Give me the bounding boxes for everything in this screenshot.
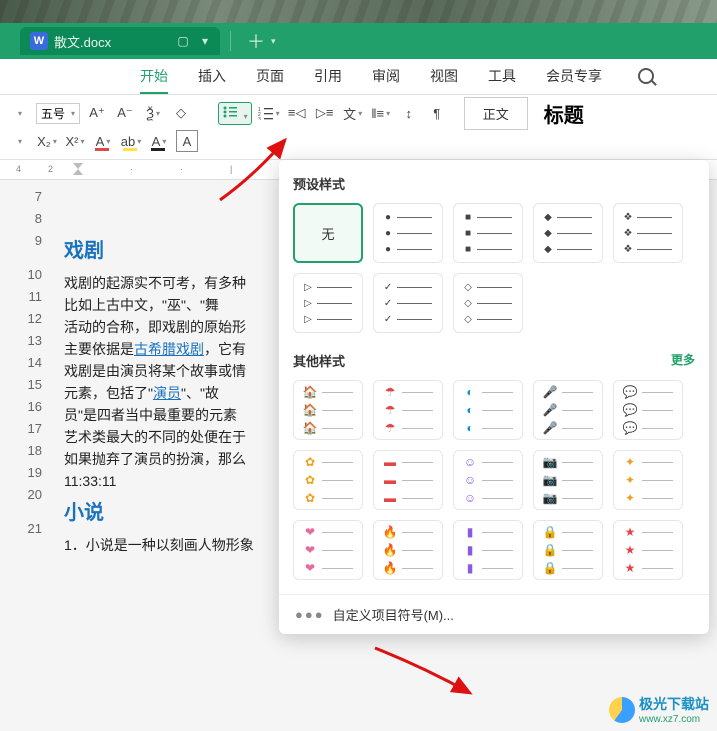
line-number-gutter: 789101112131415161718192021 xyxy=(0,180,56,556)
menu-review[interactable]: 审阅 xyxy=(372,66,400,94)
menu-start[interactable]: 开始 xyxy=(140,66,168,94)
other-section-title: 其他样式 更多 xyxy=(293,351,695,370)
new-tab-button[interactable]: ＋ xyxy=(241,28,271,54)
paste-dropdown[interactable]: ▾ xyxy=(8,130,30,152)
ruler-tick: · xyxy=(130,164,133,174)
font-size-select[interactable]: 五号▾ xyxy=(36,103,80,124)
preset-section-title: 预设样式 xyxy=(293,174,695,193)
watermark: 极光下载站 www.xz7.com xyxy=(609,694,709,725)
ellipsis-icon: ●●● xyxy=(295,607,325,622)
bullet-other-preset[interactable]: ★★★ xyxy=(613,520,683,580)
line-spacing-icon[interactable]: ‖≡▾ xyxy=(370,102,392,124)
clear-format-icon[interactable]: ◇ xyxy=(170,102,192,124)
bullet-preset[interactable]: ✓✓✓ xyxy=(373,273,443,333)
word-doc-icon: W xyxy=(30,32,48,50)
bullet-other-preset[interactable]: 🔒🔒🔒 xyxy=(533,520,603,580)
bullet-preset[interactable]: ▷▷▷ xyxy=(293,273,363,333)
tab-divider xyxy=(230,31,231,51)
highlight-icon[interactable]: ab▾ xyxy=(120,130,142,152)
menu-insert[interactable]: 插入 xyxy=(198,66,226,94)
font-color2-icon[interactable]: A▾ xyxy=(148,130,170,152)
indent-marker-icon[interactable] xyxy=(72,162,84,176)
watermark-name: 极光下载站 xyxy=(639,694,709,714)
bullet-other-preset[interactable]: ☂☂☂ xyxy=(373,380,443,440)
search-icon[interactable] xyxy=(638,68,654,84)
presentation-mode-icon[interactable]: ▢ xyxy=(176,34,190,48)
decrease-font-icon[interactable]: A⁻ xyxy=(114,102,136,124)
bullet-other-preset[interactable]: 🏠🏠🏠 xyxy=(293,380,363,440)
bullet-other-preset[interactable]: 🔥🔥🔥 xyxy=(373,520,443,580)
menu-bar: 开始 插入 页面 引用 审阅 视图 工具 会员专享 xyxy=(0,59,717,95)
menu-member[interactable]: 会员专享 xyxy=(546,66,602,94)
increase-font-icon[interactable]: A⁺ xyxy=(86,102,108,124)
bullet-list-button[interactable]: ▾ xyxy=(218,102,252,125)
style-heading[interactable]: 标题 xyxy=(544,99,584,128)
watermark-url: www.xz7.com xyxy=(639,714,709,725)
change-case-icon[interactable]: Ѯ▾ xyxy=(142,102,164,124)
ruler-tick: | xyxy=(230,164,232,174)
text-direction-icon[interactable]: 文▾ xyxy=(342,102,364,124)
hyperlink[interactable]: 古希腊戏剧 xyxy=(134,341,204,357)
style-normal[interactable]: 正文 xyxy=(464,97,528,130)
menu-view[interactable]: 视图 xyxy=(430,66,458,94)
bullet-other-preset[interactable]: ❤❤❤ xyxy=(293,520,363,580)
numbered-list-icon[interactable]: 123▾ xyxy=(258,102,280,124)
bullet-preset[interactable]: ◆◆◆ xyxy=(533,203,603,263)
decrease-indent-icon[interactable]: ≡◁ xyxy=(286,102,308,124)
bullet-other-preset[interactable]: ✦✦✦ xyxy=(613,450,683,510)
window-decoration xyxy=(0,0,717,23)
annotation-arrow xyxy=(370,643,480,703)
custom-bullet-button[interactable]: ●●● 自定义项目符号(M)... xyxy=(279,594,709,634)
bullet-other-preset[interactable]: ☺☺☺ xyxy=(453,450,523,510)
bullet-other-preset[interactable]: ▬▬▬ xyxy=(373,450,443,510)
menu-page[interactable]: 页面 xyxy=(256,66,284,94)
bullet-preset[interactable]: ●●● xyxy=(373,203,443,263)
bullet-preset[interactable]: ❖❖❖ xyxy=(613,203,683,263)
ruler-tick: · xyxy=(180,164,183,174)
document-tab[interactable]: W 散文.docx ▢ ▾ xyxy=(20,27,220,55)
paragraph-marks-icon[interactable]: ¶ xyxy=(426,102,448,124)
svg-text:3: 3 xyxy=(258,117,261,120)
increase-indent-icon[interactable]: ▷≡ xyxy=(314,102,336,124)
more-link[interactable]: 更多 xyxy=(671,351,695,368)
sort-icon[interactable]: ↕ xyxy=(398,102,420,124)
other-grid: 🏠🏠🏠☂☂☂◐◐◐🎤🎤🎤💬💬💬 ✿✿✿▬▬▬☺☺☺📷📷📷✦✦✦ ❤❤❤🔥🔥🔥▮▮▮🔒… xyxy=(293,380,695,580)
bullet-other-preset[interactable]: 💬💬💬 xyxy=(613,380,683,440)
subscript-icon[interactable]: X₂▾ xyxy=(36,130,58,152)
bullet-other-preset[interactable]: 📷📷📷 xyxy=(533,450,603,510)
watermark-logo-icon xyxy=(609,697,635,723)
bullet-preset[interactable]: ◇◇◇ xyxy=(453,273,523,333)
menu-reference[interactable]: 引用 xyxy=(314,66,342,94)
bullet-preset-none[interactable]: 无 xyxy=(293,203,363,263)
custom-bullet-label: 自定义项目符号(M)... xyxy=(333,605,454,624)
hyperlink[interactable]: 演员 xyxy=(153,385,181,401)
character-border-icon[interactable]: A xyxy=(176,130,198,152)
bullet-other-preset[interactable]: 🎤🎤🎤 xyxy=(533,380,603,440)
tab-bar: W 散文.docx ▢ ▾ ＋ ▾ xyxy=(0,23,717,59)
bullet-other-preset[interactable]: ◐◐◐ xyxy=(453,380,523,440)
preset-grid: 无●●●■■■◆◆◆❖❖❖ xyxy=(293,203,695,263)
superscript-icon[interactable]: X²▾ xyxy=(64,130,86,152)
bullet-other-preset[interactable]: ▮▮▮ xyxy=(453,520,523,580)
new-tab-dropdown-icon[interactable]: ▾ xyxy=(271,36,276,47)
bullet-preset[interactable]: ■■■ xyxy=(453,203,523,263)
ruler-mark: 4 xyxy=(16,164,21,174)
font-family-dropdown[interactable]: ▾ xyxy=(8,102,30,124)
bullet-style-dropdown: 预设样式 无●●●■■■◆◆◆❖❖❖▷▷▷✓✓✓◇◇◇ 其他样式 更多 🏠🏠🏠☂… xyxy=(279,160,709,634)
document-title: 散文.docx xyxy=(54,32,111,51)
bullet-other-preset[interactable]: ✿✿✿ xyxy=(293,450,363,510)
tab-menu-icon[interactable]: ▾ xyxy=(198,34,212,48)
menu-tools[interactable]: 工具 xyxy=(488,66,516,94)
toolbar: ▾ 五号▾ A⁺ A⁻ Ѯ▾ ◇ ▾ 123▾ ≡◁ ▷≡ 文▾ ‖≡▾ ↕ ¶… xyxy=(0,95,717,160)
ruler-mark: 2 xyxy=(48,164,53,174)
font-color-icon[interactable]: A▾ xyxy=(92,130,114,152)
